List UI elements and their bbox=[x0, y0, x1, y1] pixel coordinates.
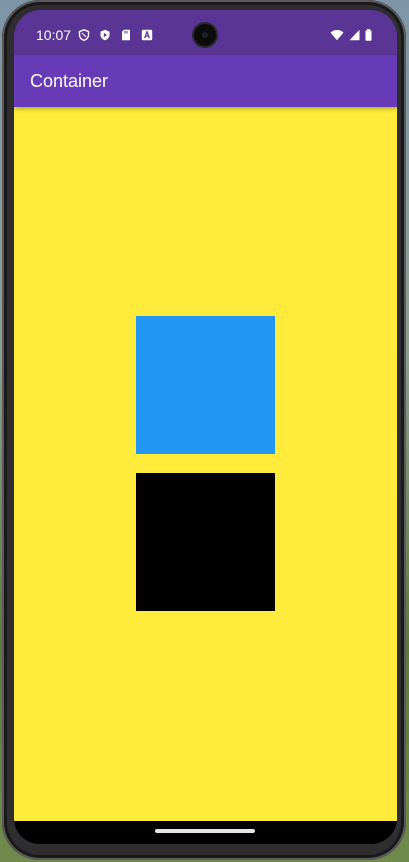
blue-box bbox=[136, 316, 275, 454]
home-gesture-handle[interactable] bbox=[155, 829, 255, 833]
play-protect-icon bbox=[99, 28, 111, 41]
battery-icon bbox=[365, 28, 372, 46]
status-icons-left bbox=[78, 28, 153, 42]
status-bar: 10:07 bbox=[14, 10, 397, 55]
status-icons-right bbox=[330, 28, 372, 46]
a-badge-icon bbox=[141, 28, 153, 41]
navigation-bar bbox=[14, 821, 397, 844]
status-time: 10:07 bbox=[36, 27, 72, 43]
app-bar-title: Container bbox=[30, 71, 109, 91]
app-bar: Container bbox=[14, 55, 397, 107]
phone-frame: 10:07 Container bbox=[2, 0, 406, 860]
wifi-icon bbox=[330, 28, 344, 46]
signal-icon bbox=[349, 28, 360, 46]
sd-card-icon bbox=[120, 28, 132, 41]
black-box bbox=[136, 473, 275, 611]
shield-icon bbox=[78, 28, 90, 42]
phone-screen: 10:07 Container bbox=[14, 10, 397, 844]
yellow-container bbox=[14, 107, 397, 821]
camera-cutout bbox=[194, 24, 216, 46]
